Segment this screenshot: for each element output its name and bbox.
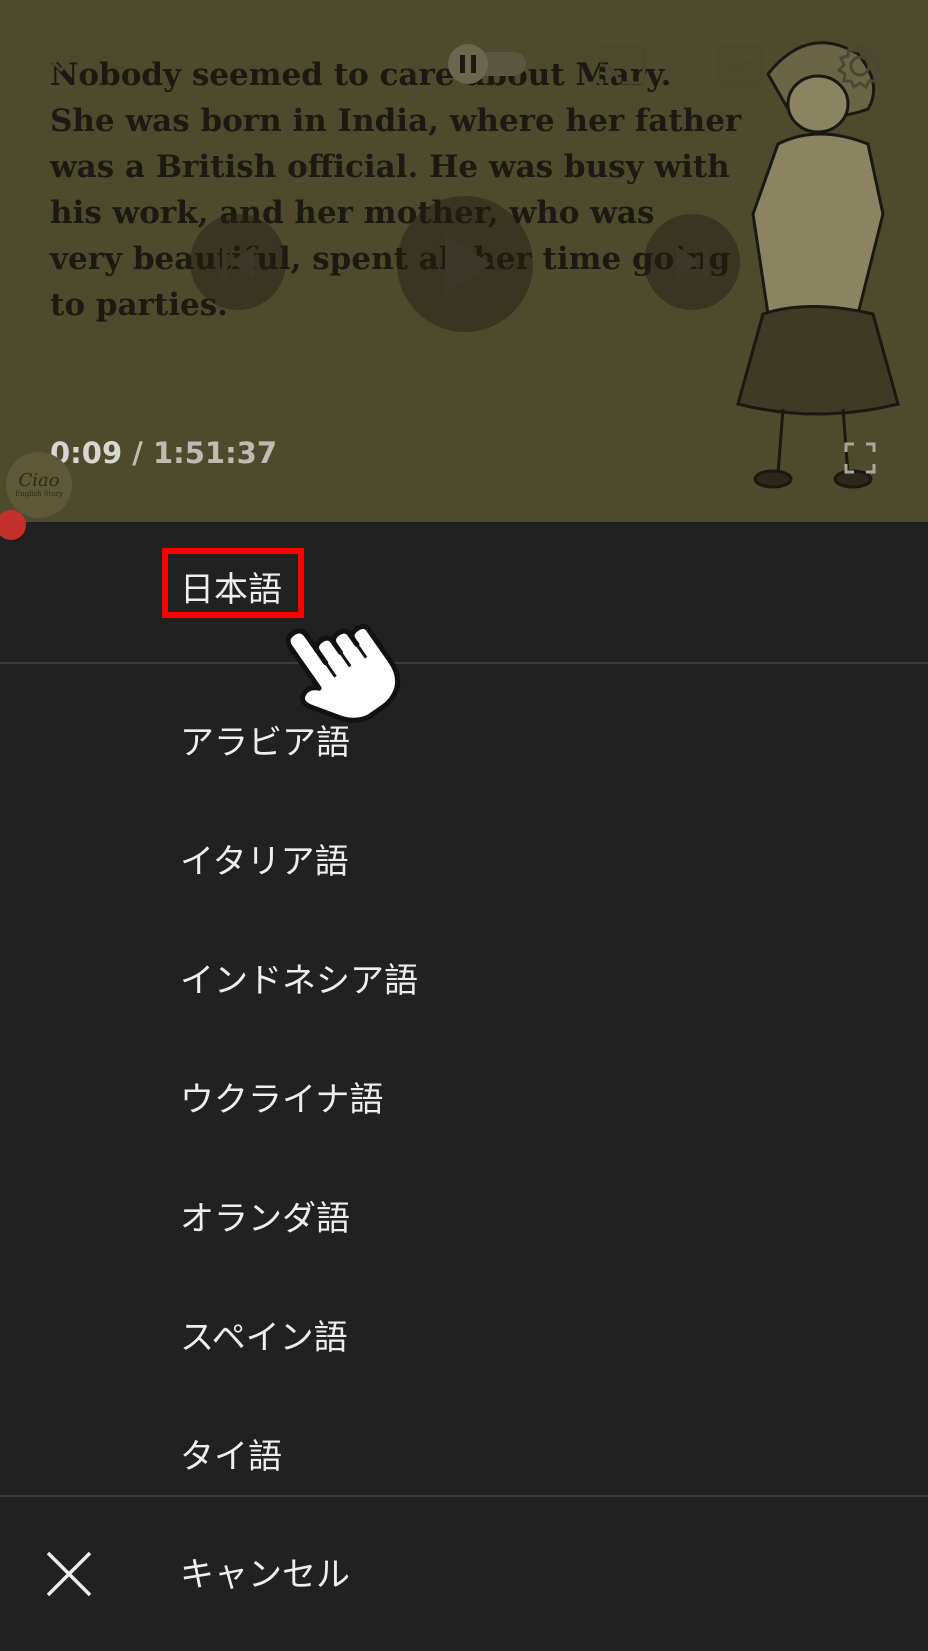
menu-item-indonesian[interactable]: インドネシア語 [0,922,928,1032]
menu-item-thai[interactable]: タイ語 [0,1398,928,1508]
menu-item-label: スペイン語 [180,1317,348,1358]
play-icon [445,234,491,294]
fullscreen-icon [844,442,876,474]
svg-text:CC: CC [728,58,753,78]
menu-item-label: タイ語 [180,1436,282,1477]
menu-item-spanish[interactable]: スペイン語 [0,1279,928,1389]
menu-item-label: ウクライナ語 [180,1079,384,1120]
previous-icon [222,246,254,278]
menu-item-ukrainian[interactable]: ウクライナ語 [0,1041,928,1151]
divider [0,662,928,664]
video-player[interactable]: Nobody seemed to care about Mary. She wa… [0,0,928,522]
gear-icon [836,42,884,90]
pause-toggle-icon [448,44,526,84]
menu-item-label: インドネシア語 [180,960,418,1001]
cancel-label: キャンセル [180,1555,350,1595]
chevron-down-icon [44,53,78,73]
time-separator: / [122,436,153,470]
menu-item-label: イタリア語 [180,841,349,882]
time-display: 0:09 / 1:51:37 [50,436,277,470]
divider [0,1495,928,1497]
fullscreen-button[interactable] [842,440,878,476]
pointing-hand-icon [285,623,401,723]
settings-button[interactable] [832,38,888,94]
minimize-button[interactable] [38,40,84,86]
menu-item-selected[interactable]: 日本語 [0,524,928,662]
cast-button[interactable] [592,40,652,90]
total-duration: 1:51:37 [152,436,278,470]
cast-icon [598,45,646,85]
next-icon [676,246,708,278]
channel-logo: Ciao English Story [6,452,72,518]
menu-item-dutch[interactable]: オランダ語 [0,1160,928,1270]
menu-item-italian[interactable]: イタリア語 [0,803,928,913]
close-icon [46,1551,92,1597]
cancel-button[interactable]: キャンセル [0,1500,928,1651]
captions-button[interactable]: CC [712,40,768,90]
autoplay-toggle[interactable] [440,44,530,84]
next-button[interactable] [644,214,740,310]
previous-button[interactable] [190,214,286,310]
menu-item-label: オランダ語 [180,1198,350,1239]
menu-item-arabic[interactable]: アラビア語 [0,684,928,794]
play-button[interactable] [397,196,533,332]
captions-icon: CC [717,45,763,85]
